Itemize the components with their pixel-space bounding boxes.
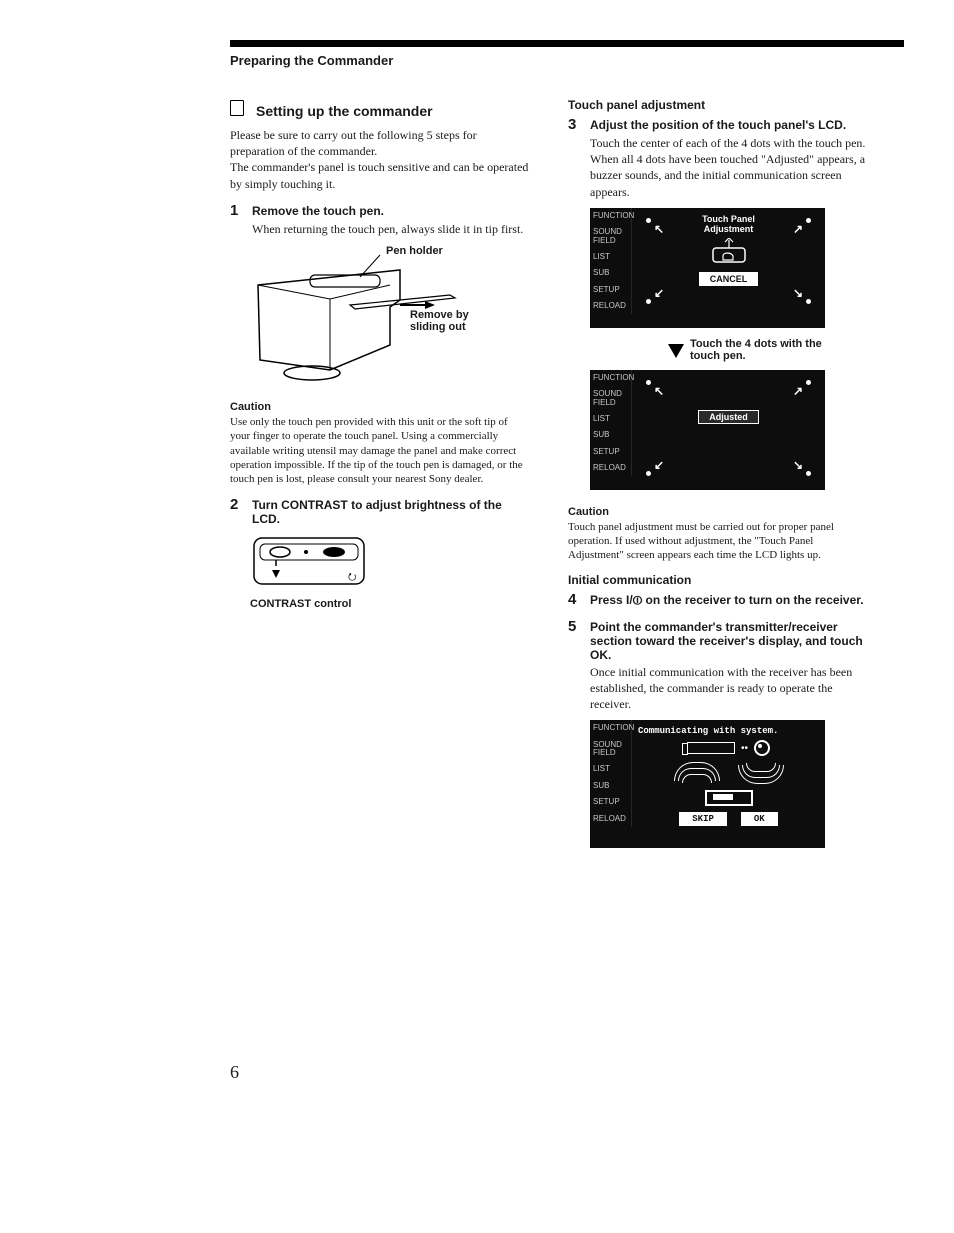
lcd1-caption: Touch the 4 dots with the touch pen.	[690, 338, 850, 362]
lcd-side-item: RELOAD	[590, 460, 632, 476]
receiver-icon	[705, 790, 753, 806]
lcd1-caption-row: Touch the 4 dots with the touch pen.	[668, 338, 868, 362]
lcd-adjusted-label: Adjusted	[698, 410, 759, 424]
lcd-screen-2: FUNCTION SOUND FIELD LIST SUB SETUP RELO…	[590, 370, 825, 490]
caution-2-heading: Caution	[568, 506, 868, 518]
contrast-label: CONTRAST control	[250, 598, 530, 610]
lcd-side-item: SOUND FIELD	[590, 737, 632, 762]
lcd-ok-button[interactable]: OK	[741, 812, 778, 826]
signal-dots-icon: ••	[741, 743, 748, 754]
lcd3-main: Communicating with system. ••	[632, 720, 825, 848]
lcd2-main: Adjusted ↖ ↗ ↙ ↘	[632, 370, 825, 490]
lcd1-sidebar: FUNCTION SOUND FIELD LIST SUB SETUP RELO…	[590, 208, 632, 328]
lcd3-sidebar: FUNCTION SOUND FIELD LIST SUB SETUP RELO…	[590, 720, 632, 848]
step-1-number: 1	[230, 202, 244, 219]
svg-text:⭮: ⭮	[348, 572, 356, 583]
step-3: 3 Adjust the position of the touch panel…	[568, 116, 868, 133]
section-header: Preparing the Commander	[230, 53, 904, 68]
ir-target-icon	[754, 740, 770, 756]
lcd3-status: Communicating with system.	[638, 726, 819, 736]
lcd-side-item: LIST	[590, 411, 632, 427]
lcd-side-item: SETUP	[590, 794, 632, 810]
caution-2-body: Touch panel adjustment must be carried o…	[568, 520, 868, 563]
lcd-side-item: SUB	[590, 427, 632, 443]
wave-row	[638, 762, 819, 784]
step-5-body: Once initial communication with the rece…	[590, 664, 868, 713]
step-3-number: 3	[568, 116, 582, 133]
book-icon	[230, 100, 244, 116]
remote-icon	[687, 742, 735, 754]
lcd-side-item: LIST	[590, 249, 632, 265]
lcd-screen-3: FUNCTION SOUND FIELD LIST SUB SETUP RELO…	[590, 720, 825, 848]
heading-row: Setting up the commander	[230, 98, 530, 119]
lcd-side-item: FUNCTION	[590, 720, 632, 736]
touch-hand-icon	[709, 238, 749, 266]
lcd-side-item: SETUP	[590, 282, 632, 298]
contrast-illustration: ⭮	[250, 534, 380, 594]
lcd-skip-button[interactable]: SKIP	[679, 812, 727, 826]
columns: Setting up the commander Please be sure …	[230, 98, 904, 858]
step-4-title: Press I/⏼ on the receiver to turn on the…	[590, 593, 864, 608]
lcd-cancel-button[interactable]: CANCEL	[699, 272, 759, 286]
lcd1-main: Touch Panel Adjustment CANCEL	[632, 208, 825, 328]
wave-up-icon	[672, 762, 722, 784]
step-5: 5 Point the commander's transmitter/rece…	[568, 618, 868, 662]
lcd-side-item: RELOAD	[590, 298, 632, 314]
lcd-side-item: SETUP	[590, 444, 632, 460]
step-2-number: 2	[230, 496, 244, 513]
caution-1-heading: Caution	[230, 401, 530, 413]
step-5-title: Point the commander's transmitter/receiv…	[590, 620, 868, 662]
remove-label: Remove by sliding out	[410, 309, 500, 333]
lcd-side-item: SOUND FIELD	[590, 224, 632, 249]
step-4: 4 Press I/⏼ on the receiver to turn on t…	[568, 591, 868, 608]
lcd1-title-line2: Adjustment	[704, 224, 754, 234]
main-heading: Setting up the commander	[256, 103, 433, 119]
step-5-number: 5	[568, 618, 582, 635]
lcd-side-item: FUNCTION	[590, 208, 632, 224]
pen-holder-label: Pen holder	[386, 245, 443, 257]
step-1: 1 Remove the touch pen.	[230, 202, 530, 219]
page-number: 6	[230, 1062, 239, 1083]
lcd-side-item: LIST	[590, 761, 632, 777]
step-2: 2 Turn CONTRAST to adjust brightness of …	[230, 496, 530, 526]
step-3-body: Touch the center of each of the 4 dots w…	[590, 135, 868, 200]
lcd-side-item: SOUND FIELD	[590, 386, 632, 411]
step-1-title: Remove the touch pen.	[252, 204, 384, 218]
touch-panel-heading: Touch panel adjustment	[568, 98, 868, 112]
initial-comm-heading: Initial communication	[568, 573, 868, 587]
lcd-side-item: SUB	[590, 265, 632, 281]
step-4-number: 4	[568, 591, 582, 608]
lcd-side-item: SUB	[590, 778, 632, 794]
lcd-side-item: RELOAD	[590, 811, 632, 827]
left-column: Setting up the commander Please be sure …	[230, 98, 530, 858]
lcd-screen-1: FUNCTION SOUND FIELD LIST SUB SETUP RELO…	[590, 208, 825, 328]
step-2-title: Turn CONTRAST to adjust brightness of th…	[252, 498, 530, 526]
down-arrow-icon	[668, 344, 684, 358]
top-rule	[230, 40, 904, 47]
page: Preparing the Commander Setting up the c…	[0, 0, 954, 1233]
wave-down-icon	[736, 762, 786, 784]
right-column: Touch panel adjustment 3 Adjust the posi…	[568, 98, 868, 858]
caution-1-body: Use only the touch pen provided with thi…	[230, 415, 530, 486]
step-3-title: Adjust the position of the touch panel's…	[590, 118, 846, 132]
pen-illustration: Pen holder Remove by sliding out	[250, 245, 500, 385]
lcd2-sidebar: FUNCTION SOUND FIELD LIST SUB SETUP RELO…	[590, 370, 632, 490]
intro-paragraph: Please be sure to carry out the followin…	[230, 127, 530, 192]
lcd-side-item: FUNCTION	[590, 370, 632, 386]
lcd1-title-line1: Touch Panel	[702, 214, 755, 224]
step-1-body: When returning the touch pen, always sli…	[252, 221, 530, 237]
